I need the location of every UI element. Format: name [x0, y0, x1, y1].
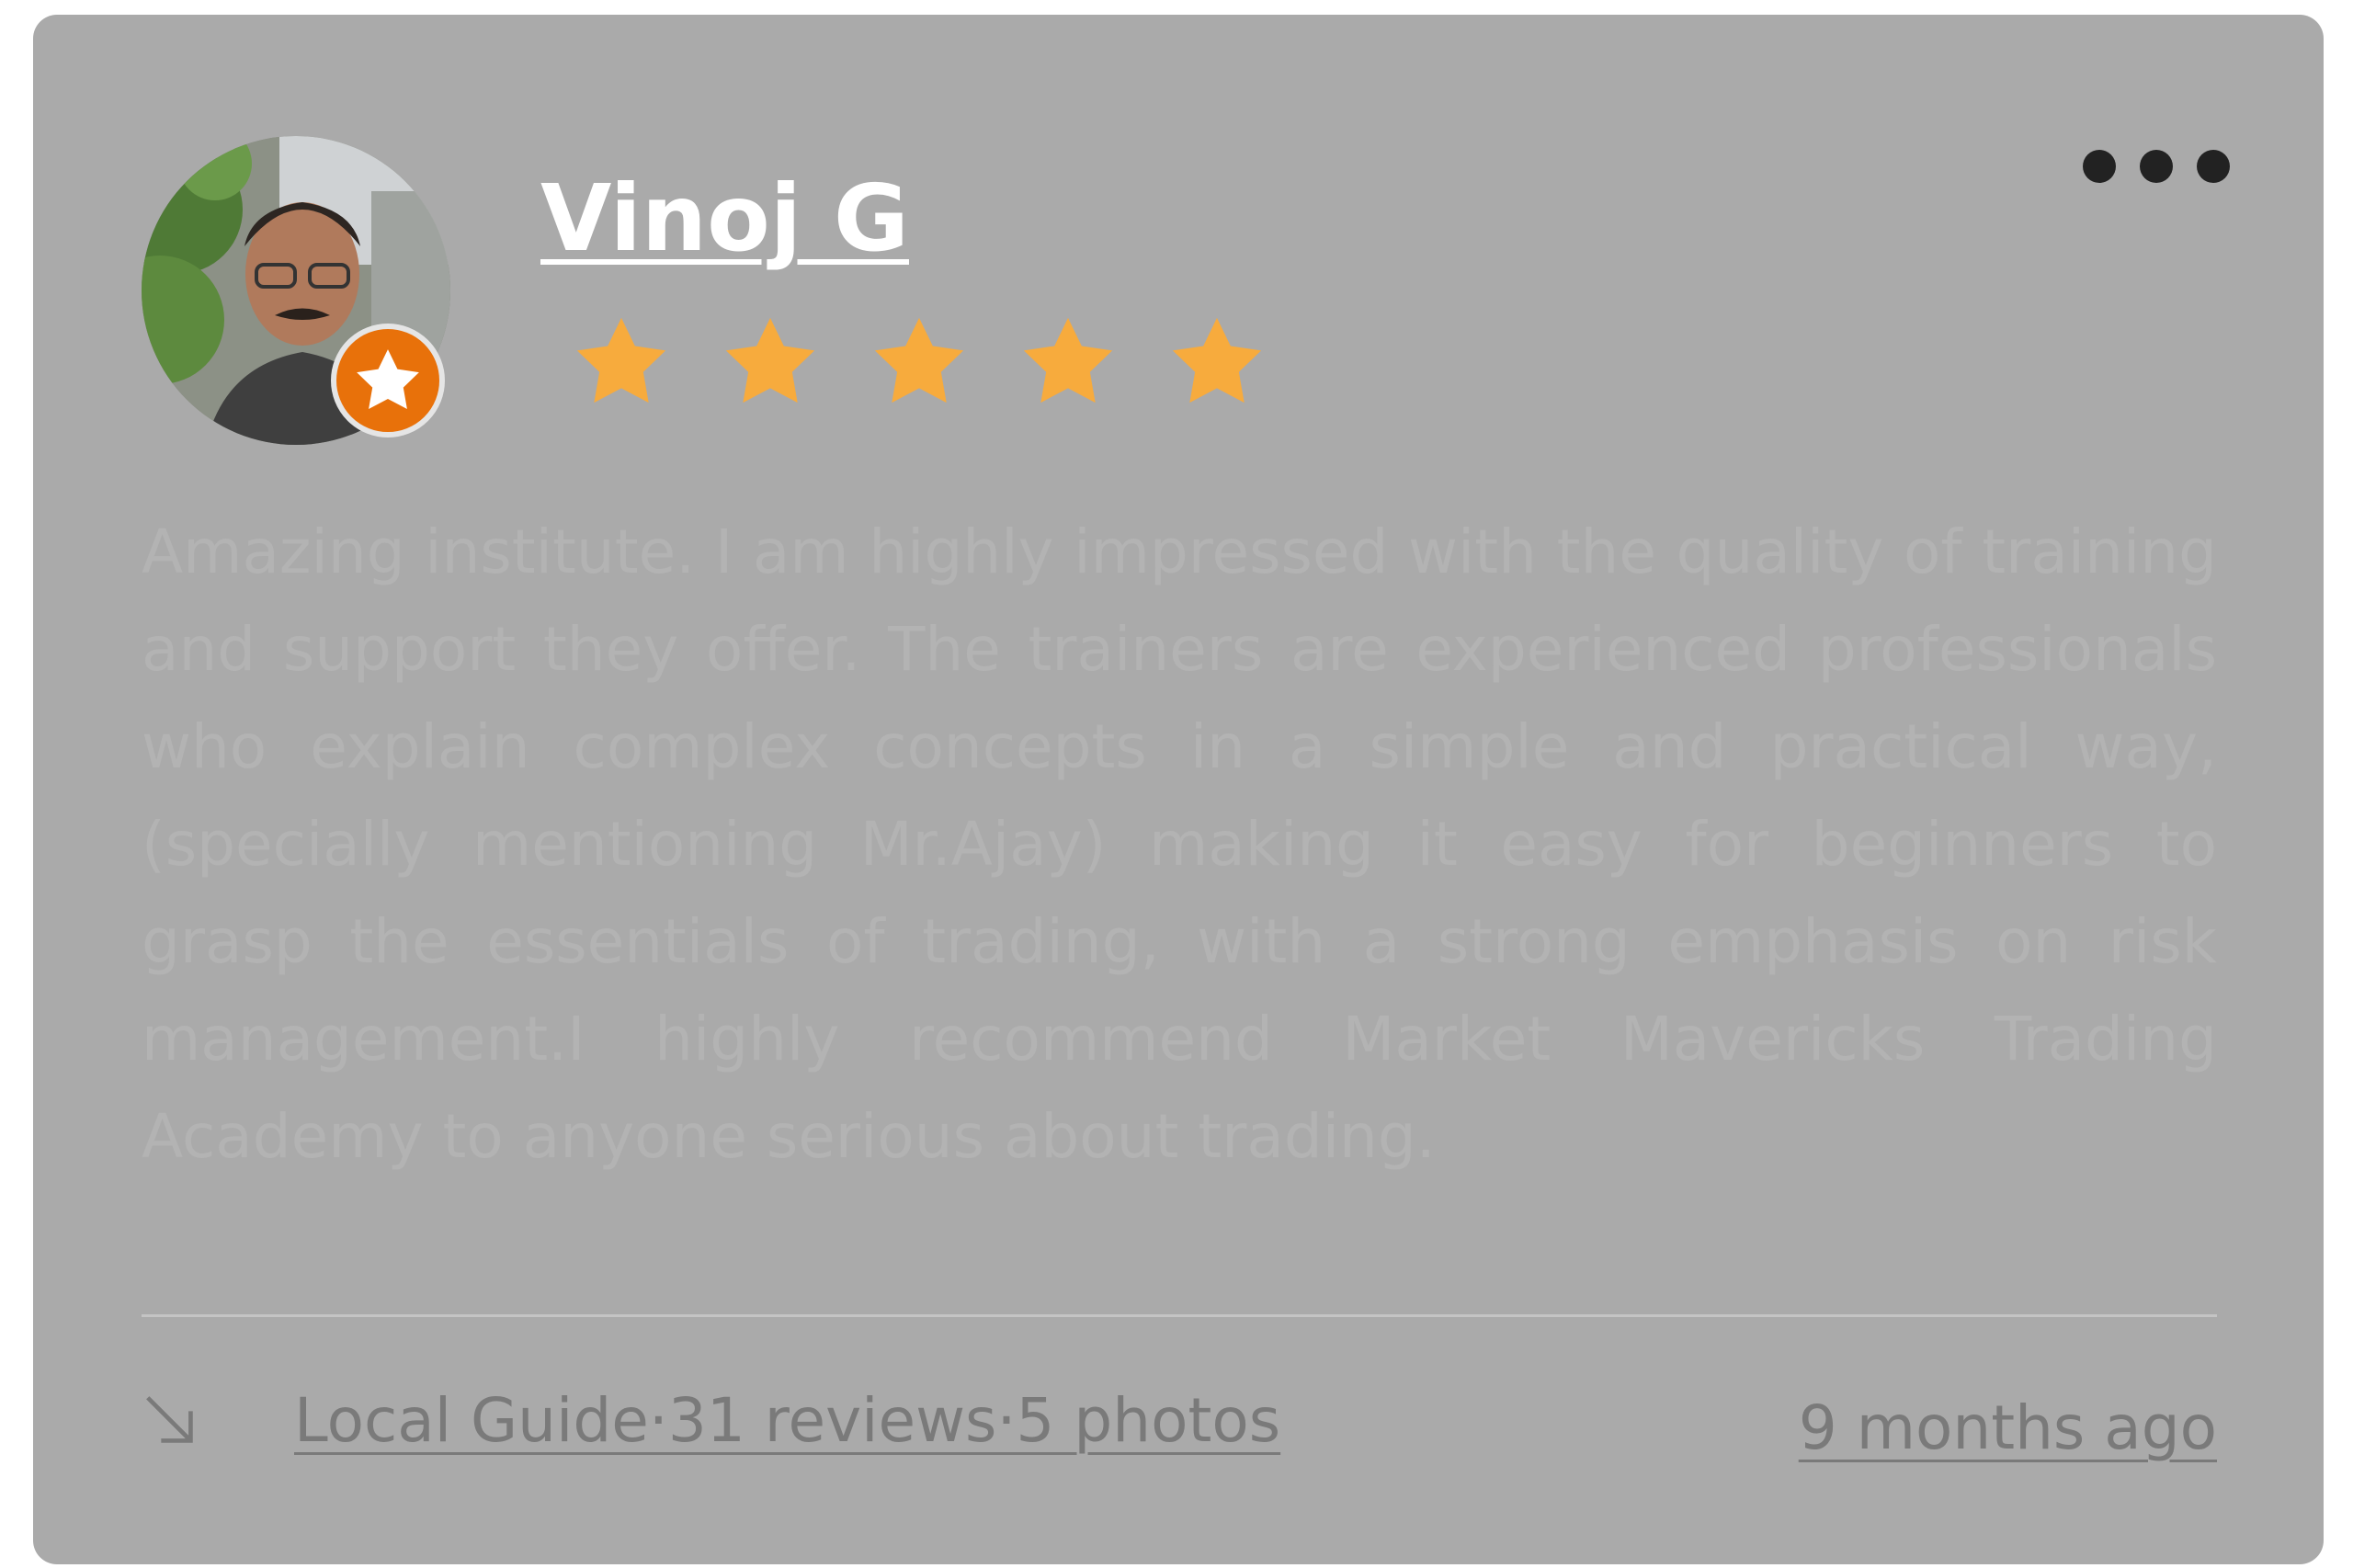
review-date[interactable]: 9 months ago — [1799, 1392, 2217, 1464]
star-icon — [1172, 317, 1262, 403]
star-icon — [576, 317, 666, 403]
reviewer-name[interactable]: Vinoj G — [540, 173, 909, 265]
star-icon — [1023, 317, 1113, 403]
more-options-dot — [2197, 150, 2230, 183]
star-icon — [725, 317, 815, 403]
more-options-dot — [2140, 150, 2173, 183]
star-rating — [572, 314, 1267, 410]
divider — [142, 1314, 2217, 1317]
arrow-down-right-icon[interactable] — [140, 1390, 204, 1454]
more-options-button[interactable] — [2083, 134, 2230, 199]
star-icon — [874, 317, 964, 403]
review-card: Vinoj G Amazing institute. I am highly i… — [33, 15, 2324, 1564]
more-options-dot — [2083, 150, 2116, 183]
badge-star-icon — [357, 349, 419, 410]
reviewer-meta-link[interactable]: Local Guide·31 reviews·5 photos — [294, 1384, 1280, 1457]
review-text: Amazing institute. I am highly impressed… — [142, 517, 2217, 1172]
local-guide-badge — [331, 324, 445, 437]
